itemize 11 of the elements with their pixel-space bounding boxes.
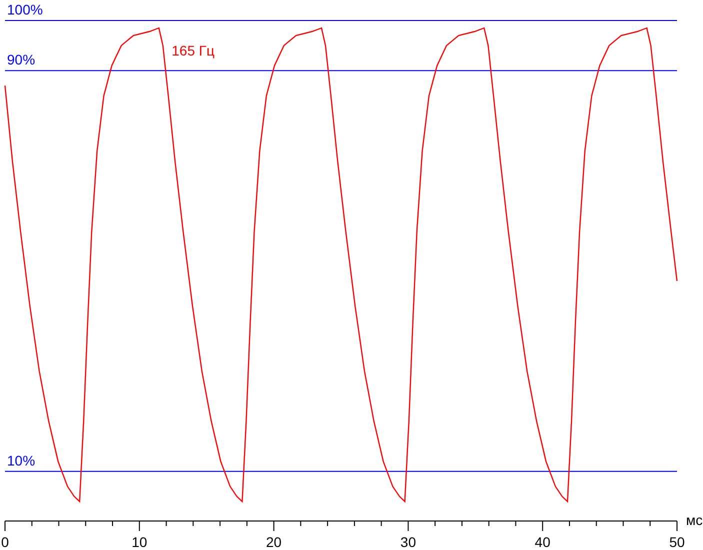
tick-label: 10 <box>132 534 148 550</box>
tick-label: 90% <box>7 52 36 68</box>
tick-label: 40 <box>534 534 550 550</box>
tick-label: 50 <box>669 534 685 550</box>
tick-label: 100% <box>7 2 43 18</box>
tick-label: 30 <box>400 534 416 550</box>
tick-label: 0 <box>1 534 9 550</box>
axis-title: мс <box>686 512 703 528</box>
tick-label: 20 <box>266 534 282 550</box>
series-label: 165 Гц <box>172 42 215 59</box>
tick-label: 10% <box>7 452 36 468</box>
